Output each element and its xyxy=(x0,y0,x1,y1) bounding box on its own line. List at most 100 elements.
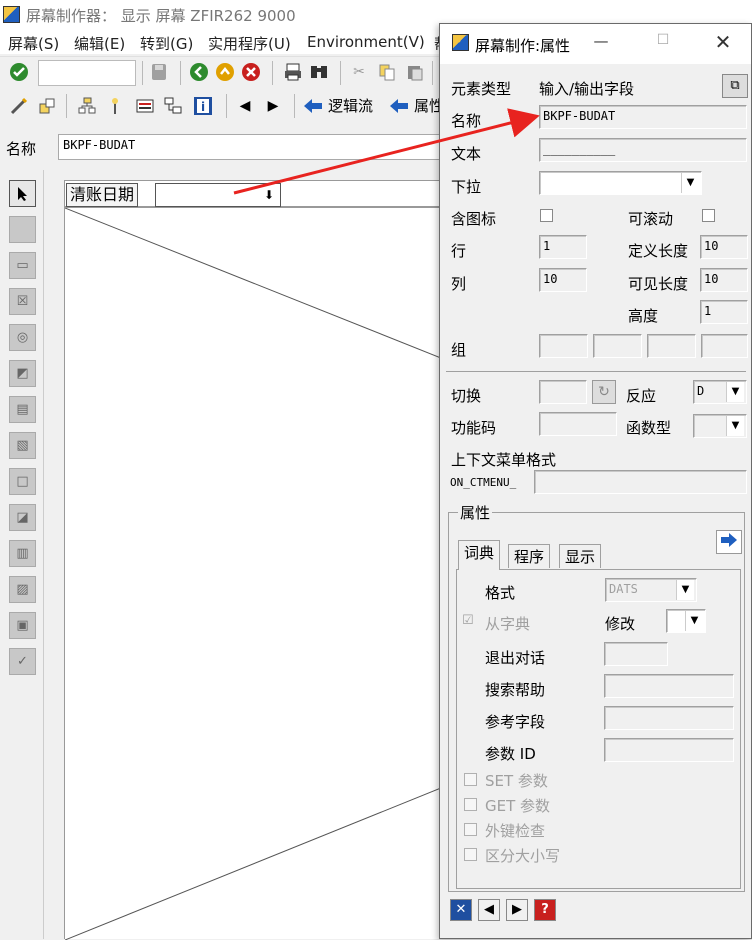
search-help-field[interactable] xyxy=(604,674,734,698)
minimize-icon[interactable]: — xyxy=(590,32,612,54)
save-icon[interactable] xyxy=(148,61,170,83)
print-icon[interactable] xyxy=(282,61,304,83)
name-field[interactable]: BKPF-BUDAT xyxy=(58,134,440,160)
command-field[interactable] xyxy=(38,60,136,86)
radio-button-tool-icon[interactable]: ◎ xyxy=(9,324,36,351)
previous-arrow-icon[interactable]: ◀ xyxy=(478,899,500,921)
table-wizard-tool-icon[interactable]: ▨ xyxy=(9,576,36,603)
clearing-date-label[interactable]: 清账日期 xyxy=(66,183,139,207)
paste-icon[interactable] xyxy=(404,61,426,83)
cut-icon[interactable]: ✂ xyxy=(348,61,370,83)
switch-refresh-icon[interactable]: ↻ xyxy=(592,380,616,404)
next-arrow-icon[interactable]: ▶ xyxy=(506,899,528,921)
group-field-1[interactable] xyxy=(539,334,588,358)
foreign-key-checkbox[interactable] xyxy=(464,823,477,836)
chevron-down-icon[interactable]: ▼ xyxy=(726,382,744,402)
menu-goto[interactable]: 转到(G) xyxy=(140,33,193,54)
cancel-icon[interactable] xyxy=(240,61,262,83)
status-icon-tool-icon[interactable]: ✓ xyxy=(9,648,36,675)
custom-control-tool-icon[interactable]: ▣ xyxy=(9,612,36,639)
dictionary-icon[interactable]: ⧉ xyxy=(722,74,748,98)
param-id-field[interactable] xyxy=(604,738,734,762)
menu-screen[interactable]: 屏幕(S) xyxy=(8,33,59,54)
element-palette: ▭ ☒ ◎ ◩ ▤ ▧ □ ◪ ▥ ▨ ▣ ✓ xyxy=(0,170,44,939)
text-field[interactable]: __________ xyxy=(539,138,747,162)
set-param-label: SET 参数 xyxy=(485,772,548,790)
chevron-down-icon[interactable]: ▼ xyxy=(681,173,699,193)
pushbutton-tool-icon[interactable]: ◩ xyxy=(9,360,36,387)
maximize-icon[interactable]: ☐ xyxy=(652,32,674,54)
get-param-checkbox[interactable] xyxy=(464,798,477,811)
menu-edit[interactable]: 编辑(E) xyxy=(74,33,125,54)
with-icon-checkbox[interactable] xyxy=(540,209,553,222)
subscreen-tool-icon[interactable]: ◪ xyxy=(9,504,36,531)
def-length-field[interactable]: 10 xyxy=(700,235,748,259)
name-label: 名称 xyxy=(451,112,482,130)
object-list-icon[interactable] xyxy=(36,95,58,117)
group-field-3[interactable] xyxy=(647,334,696,358)
menu-utilities[interactable]: 实用程序(U) xyxy=(208,33,291,54)
exit-dialog-field[interactable] xyxy=(604,642,668,666)
ctx-menu-prefix: ON_CTMENU_ xyxy=(450,476,517,489)
case-sensitive-checkbox[interactable] xyxy=(464,848,477,861)
menu-environment[interactable]: Environment(V) xyxy=(307,33,425,51)
checkbox-tool-icon[interactable]: ☒ xyxy=(9,288,36,315)
set-param-checkbox[interactable] xyxy=(464,773,477,786)
enter-check-icon[interactable] xyxy=(8,61,30,83)
download-arrow-icon: ⬇ xyxy=(263,188,275,202)
attributes-button[interactable]: 属性 xyxy=(388,95,444,116)
dropdown-select[interactable] xyxy=(539,171,702,195)
toolbar-separator xyxy=(340,61,341,85)
name-field[interactable]: BKPF-BUDAT xyxy=(539,105,747,129)
tabstrip-wizard-tool-icon[interactable]: ▧ xyxy=(9,432,36,459)
back-icon[interactable] xyxy=(188,61,210,83)
scrollable-checkbox[interactable] xyxy=(702,209,715,222)
close-x-icon[interactable]: ✕ xyxy=(450,899,472,921)
copy-icon[interactable] xyxy=(376,61,398,83)
info-icon[interactable]: i xyxy=(192,95,214,117)
tabstrip-tool-icon[interactable]: ▤ xyxy=(9,396,36,423)
next-arrow-icon[interactable]: ▶ xyxy=(262,95,284,117)
ref-field-field[interactable] xyxy=(604,706,734,730)
tab-program[interactable]: 程序 xyxy=(508,544,551,568)
close-icon[interactable]: ✕ xyxy=(710,30,736,56)
func-code-field[interactable] xyxy=(539,412,617,436)
forward-arrow-icon[interactable] xyxy=(716,530,742,554)
dropdown-label: 下拉 xyxy=(451,178,482,196)
switch-field[interactable] xyxy=(539,380,587,404)
row-field[interactable]: 1 xyxy=(539,235,587,259)
chevron-down-icon[interactable]: ▼ xyxy=(676,580,694,600)
toolbar-separator xyxy=(226,94,227,118)
io-field-tool-icon[interactable]: ▭ xyxy=(9,252,36,279)
col-field[interactable]: 10 xyxy=(539,268,587,292)
magic-wand-icon[interactable] xyxy=(104,95,126,117)
modify-label: 修改 xyxy=(605,615,636,633)
ctx-menu-field[interactable] xyxy=(534,470,747,494)
left-arrow-icon xyxy=(390,98,408,113)
group-field-2[interactable] xyxy=(593,334,642,358)
table-control-tool-icon[interactable]: ▥ xyxy=(9,540,36,567)
search-help-label: 搜索帮助 xyxy=(485,681,546,699)
find-icon[interactable] xyxy=(308,61,330,83)
pointer-tool-icon[interactable] xyxy=(9,180,36,207)
height-field[interactable]: 1 xyxy=(700,300,748,324)
scrollable-label: 可滚动 xyxy=(628,210,674,228)
tab-dictionary[interactable]: 词典 xyxy=(458,540,501,570)
box-tool-icon[interactable]: □ xyxy=(9,468,36,495)
name-label: 名称 xyxy=(6,140,37,158)
layout-icon[interactable] xyxy=(134,95,156,117)
chevron-down-icon[interactable]: ▼ xyxy=(685,611,703,631)
hierarchy-icon[interactable] xyxy=(76,95,98,117)
tab-display[interactable]: 显示 xyxy=(559,544,602,568)
logic-flow-button[interactable]: 逻辑流 xyxy=(302,95,373,116)
group-field-4[interactable] xyxy=(701,334,748,358)
vis-length-field[interactable]: 10 xyxy=(700,268,748,292)
layout-canvas[interactable] xyxy=(64,207,441,940)
edit-wand-icon[interactable] xyxy=(8,95,30,117)
element-list-icon[interactable] xyxy=(162,95,184,117)
previous-arrow-icon[interactable]: ◀ xyxy=(234,95,256,117)
exit-icon[interactable] xyxy=(214,61,236,83)
chevron-down-icon[interactable]: ▼ xyxy=(726,416,744,436)
help-icon[interactable]: ? xyxy=(534,899,556,921)
text-field-tool-icon[interactable] xyxy=(9,216,36,243)
